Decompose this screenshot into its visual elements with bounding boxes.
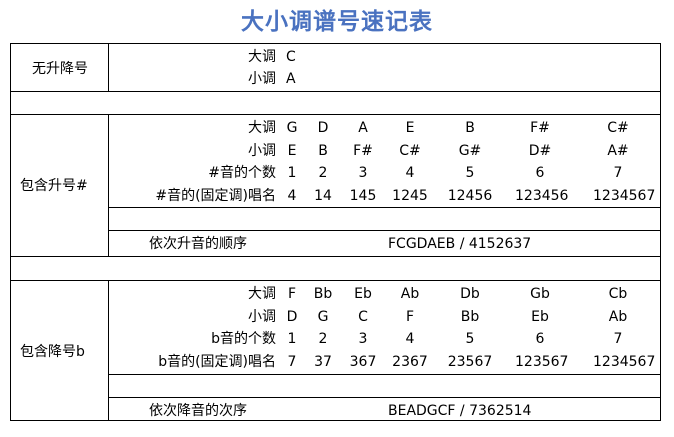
cell-value: A [358, 120, 368, 136]
order-value: FCGDAEB / 4152637 [388, 236, 532, 252]
cell-value: Ab [608, 308, 628, 325]
cell-value: Bb [460, 308, 480, 325]
row-label: 小调 [248, 71, 276, 87]
row-label: b音的(固定调)唱名 [158, 353, 276, 370]
cell-value: C# [607, 120, 629, 136]
cell-value: 2367 [392, 353, 428, 370]
order-label: 依次升音的顺序 [149, 236, 247, 252]
cell-value: Cb [608, 286, 628, 302]
cell-value: Gb [530, 286, 550, 302]
cell-value: 6 [535, 331, 545, 347]
cell-value: 3 [358, 165, 368, 181]
order-value: BEADGCF / 7362514 [388, 403, 532, 419]
row-divider [108, 207, 661, 208]
cell-value: A [286, 71, 296, 87]
cell-value: Db [460, 286, 480, 302]
cell-value: 145 [349, 187, 377, 204]
cell-value: Ab [400, 286, 420, 302]
cell-value: Eb [354, 286, 372, 302]
cell-value: C [286, 49, 296, 65]
cell-value: Eb [531, 308, 549, 325]
order-label: 依次降音的次序 [149, 403, 247, 419]
row-divider [108, 230, 661, 231]
section-label-none: 无升降号 [32, 61, 88, 77]
cell-value: F# [353, 142, 373, 159]
cell-value: A# [607, 142, 629, 159]
section-label-flat: 包含降号b [20, 344, 85, 360]
cell-value: B [465, 120, 475, 136]
cell-value: 5 [465, 165, 475, 181]
row-divider [10, 256, 661, 257]
cell-value: G# [458, 142, 482, 159]
row-divider [10, 91, 661, 92]
cell-value: 23567 [447, 353, 493, 370]
cell-value: 1234567 [593, 187, 656, 204]
row-label: #音的个数 [208, 165, 276, 181]
cell-value: 367 [349, 353, 377, 370]
cell-value: 5 [465, 331, 475, 347]
cell-value: 123567 [515, 353, 569, 370]
column-divider [108, 43, 109, 91]
row-divider [108, 397, 661, 398]
cell-value: 12456 [447, 187, 493, 204]
cell-value: C [358, 308, 368, 325]
row-divider [108, 374, 661, 375]
cell-value: 3 [358, 331, 368, 347]
cell-value: 7 [613, 331, 623, 347]
row-label: 大调 [248, 49, 276, 65]
cell-value: 4 [405, 331, 415, 347]
section-label-sharp: 包含升号# [20, 178, 88, 194]
row-label: #音的(固定调)唱名 [155, 187, 276, 204]
cell-value: 1245 [392, 187, 428, 204]
page-title: 大小调谱号速记表 [241, 9, 433, 35]
cell-value: E [405, 120, 415, 136]
column-divider [108, 280, 109, 421]
cell-value: 6 [535, 165, 545, 181]
cell-value: 1234567 [593, 353, 656, 370]
cell-value: F [405, 308, 415, 325]
cell-value: F# [530, 120, 550, 136]
cell-value: 123456 [515, 187, 569, 204]
cell-value: 4 [405, 165, 415, 181]
cell-value: D# [528, 142, 552, 159]
cell-value: C# [399, 142, 421, 159]
column-divider [108, 114, 109, 256]
cell-value: 7 [613, 165, 623, 181]
